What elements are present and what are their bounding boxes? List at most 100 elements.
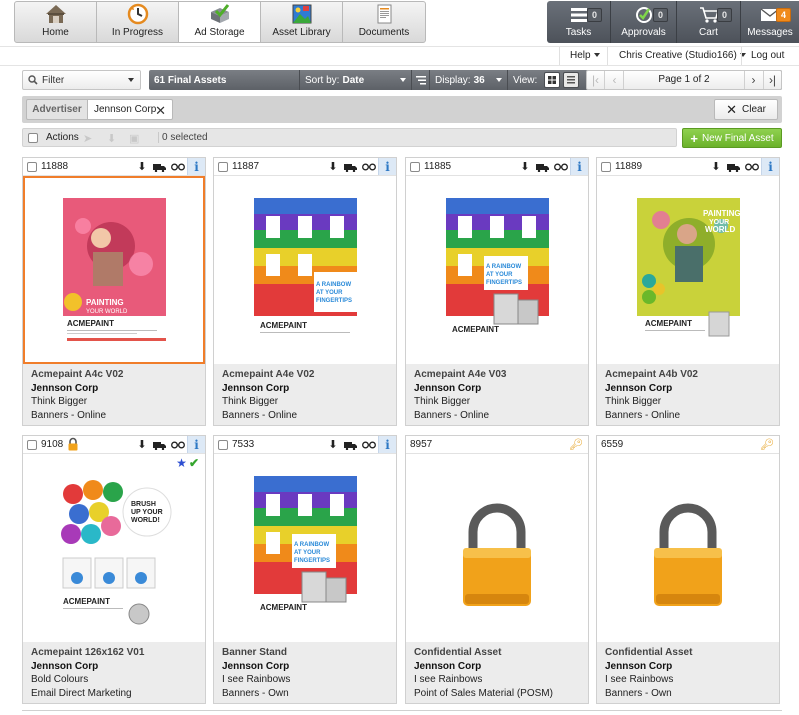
asset-card[interactable]: 11888 ⬇ i PAINTING YOUR WORLD ACMEPAINT … — [22, 157, 206, 426]
deliver-icon[interactable] — [534, 158, 552, 175]
asset-thumbnail-area[interactable]: A RAINBOW AT YOUR FINGERTIPS ACMEPAINT — [214, 454, 396, 642]
deliver-icon[interactable] — [151, 158, 169, 175]
asset-checkbox[interactable] — [27, 162, 37, 172]
download-icon[interactable]: ⬇ — [324, 436, 342, 453]
sort-order-button[interactable] — [411, 70, 429, 90]
tab-in-progress[interactable]: In Progress — [97, 2, 179, 42]
preview-icon[interactable] — [552, 158, 570, 175]
asset-company: Jennson Corp — [31, 660, 99, 672]
download-icon[interactable]: ⬇ — [133, 436, 151, 453]
asset-card[interactable]: 11885 ⬇ i A RAINBOW AT YOUR FINGERTIPS A… — [405, 157, 589, 426]
asset-title[interactable]: Acmepaint A4e V03 — [414, 368, 580, 382]
brand-logo: ACMEPAINT — [260, 321, 307, 330]
chevron-left-icon: ‹ — [612, 73, 617, 87]
tab-home[interactable]: Home — [15, 2, 97, 42]
card-tools: ⬇ i — [516, 158, 588, 175]
next-page-button[interactable]: › — [744, 71, 762, 89]
messages-button[interactable]: 4 Messages — [741, 1, 799, 43]
approvals-button[interactable]: 0 Approvals — [611, 1, 677, 43]
asset-card[interactable]: 11887 ⬇ i A RAINBOW AT YOUR FINGERTIPS A… — [213, 157, 397, 426]
asset-id: 11888 — [41, 161, 69, 172]
asset-card[interactable]: 11889 ⬇ i PAINTING YOUR WORLD ACMEPAINT … — [596, 157, 780, 426]
asset-company: Jennson Corp — [414, 660, 482, 672]
asset-thumbnail-area[interactable] — [406, 454, 588, 642]
asset-checkbox[interactable] — [218, 440, 228, 450]
cart-count: 0 — [716, 8, 732, 22]
asset-checkbox[interactable] — [27, 440, 37, 450]
grid-view-button[interactable] — [544, 72, 560, 88]
info-icon[interactable]: i — [378, 158, 396, 175]
asset-card[interactable]: 7533 ⬇ i A RAINBOW AT YOUR FINGERTIPS AC… — [213, 435, 397, 704]
asset-company: Jennson Corp — [222, 382, 290, 394]
asset-title[interactable]: Acmepaint A4b V02 — [605, 368, 771, 382]
cart-button[interactable]: 0 Cart — [677, 1, 741, 43]
close-icon[interactable]: ✕ — [155, 103, 166, 119]
preview-icon[interactable] — [169, 436, 187, 453]
download-icon[interactable]: ⬇ — [324, 158, 342, 175]
asset-title[interactable]: Confidential Asset — [414, 646, 580, 660]
clear-filters-button[interactable]: ✕ Clear — [714, 99, 778, 120]
deliver-icon[interactable] — [151, 436, 169, 453]
asset-thumbnail-area[interactable]: A RAINBOW AT YOUR FINGERTIPS ACMEPAINT — [406, 176, 588, 364]
asset-thumbnail-area[interactable]: A RAINBOW AT YOUR FINGERTIPS ACMEPAINT — [214, 176, 396, 364]
download-icon[interactable]: ⬇ — [516, 158, 534, 175]
asset-title[interactable]: Confidential Asset — [605, 646, 771, 660]
asset-thumbnail-area[interactable] — [597, 454, 779, 642]
preview-icon[interactable] — [360, 436, 378, 453]
sort-dropdown[interactable]: Sort by: Date — [299, 70, 411, 90]
asset-checkbox[interactable] — [410, 162, 420, 172]
display-dropdown[interactable]: Display: 36 — [429, 70, 507, 90]
asset-thumbnail-area[interactable]: BRUSH UP YOUR WORLD! ACMEPAINT — [23, 454, 205, 642]
asset-checkbox[interactable] — [218, 162, 228, 172]
info-icon[interactable]: i — [187, 158, 205, 175]
tab-home-label: Home — [42, 27, 69, 38]
info-icon[interactable]: i — [761, 158, 779, 175]
display-value: 36 — [473, 74, 485, 86]
download-icon[interactable]: ⬇ — [107, 132, 121, 145]
info-icon[interactable]: i — [570, 158, 588, 175]
logout-link[interactable]: Log out — [751, 50, 784, 61]
new-final-asset-button[interactable]: + New Final Asset — [682, 128, 782, 148]
help-menu[interactable]: Help — [570, 50, 600, 61]
tab-asset-library[interactable]: Asset Library — [261, 2, 343, 42]
asset-thumbnail-area[interactable]: PAINTING YOUR WORLD ACMEPAINT — [597, 176, 779, 364]
tasks-button[interactable]: 0 Tasks — [547, 1, 611, 43]
asset-thumbnail-area[interactable]: PAINTING YOUR WORLD ACMEPAINT — [23, 176, 205, 364]
preview-icon[interactable] — [360, 158, 378, 175]
user-menu[interactable]: Chris Creative (Studio166) — [619, 50, 746, 61]
deliver-icon[interactable] — [342, 158, 360, 175]
card-header: 7533 ⬇ i — [214, 436, 396, 454]
search-icon — [28, 75, 38, 85]
prev-page-button[interactable]: ‹ — [606, 71, 624, 89]
asset-title[interactable]: Acmepaint A4c V02 — [31, 368, 197, 382]
select-all-checkbox[interactable] — [28, 133, 38, 143]
info-icon[interactable]: i — [187, 436, 205, 453]
list-view-button[interactable] — [563, 72, 579, 88]
preview-icon[interactable] — [169, 158, 187, 175]
asset-card[interactable]: 8957 🔑︎ Confidential Asset Jennson Corp … — [405, 435, 589, 704]
first-page-button[interactable]: |‹ — [587, 71, 605, 89]
next-row-edge — [22, 710, 782, 715]
tab-ad-storage[interactable]: Ad Storage — [179, 2, 261, 42]
asset-card[interactable]: 6559 🔑︎ Confidential Asset Jennson Corp … — [596, 435, 780, 704]
download-icon[interactable]: ⬇ — [707, 158, 725, 175]
last-page-button[interactable]: ›| — [763, 71, 781, 89]
deliver-icon[interactable] — [725, 158, 743, 175]
send-icon[interactable]: ➤ — [83, 132, 97, 145]
preview-icon[interactable] — [743, 158, 761, 175]
asset-library-icon — [292, 4, 311, 24]
asset-title[interactable]: Banner Stand — [222, 646, 388, 660]
deliver-icon[interactable] — [342, 436, 360, 453]
asset-title[interactable]: Acmepaint A4e V02 — [222, 368, 388, 382]
info-icon[interactable]: i — [378, 436, 396, 453]
tab-documents[interactable]: Documents — [343, 2, 425, 42]
download-icon[interactable]: ⬇ — [133, 158, 151, 175]
asset-checkbox[interactable] — [601, 162, 611, 172]
filter-chip-label: Advertiser — [26, 99, 88, 120]
asset-title[interactable]: Acmepaint 126x162 V01 — [31, 646, 197, 660]
asset-card[interactable]: 9108 ⬇ i BRUSH UP YOUR WORLD! ACMEPAINT … — [22, 435, 206, 704]
filter-dropdown[interactable]: Filter — [22, 70, 141, 90]
compare-icon[interactable]: ▣ — [129, 132, 143, 145]
filter-chip-advertiser[interactable]: Jennson Corp ✕ — [87, 99, 173, 120]
display-label: Display: — [435, 74, 471, 86]
